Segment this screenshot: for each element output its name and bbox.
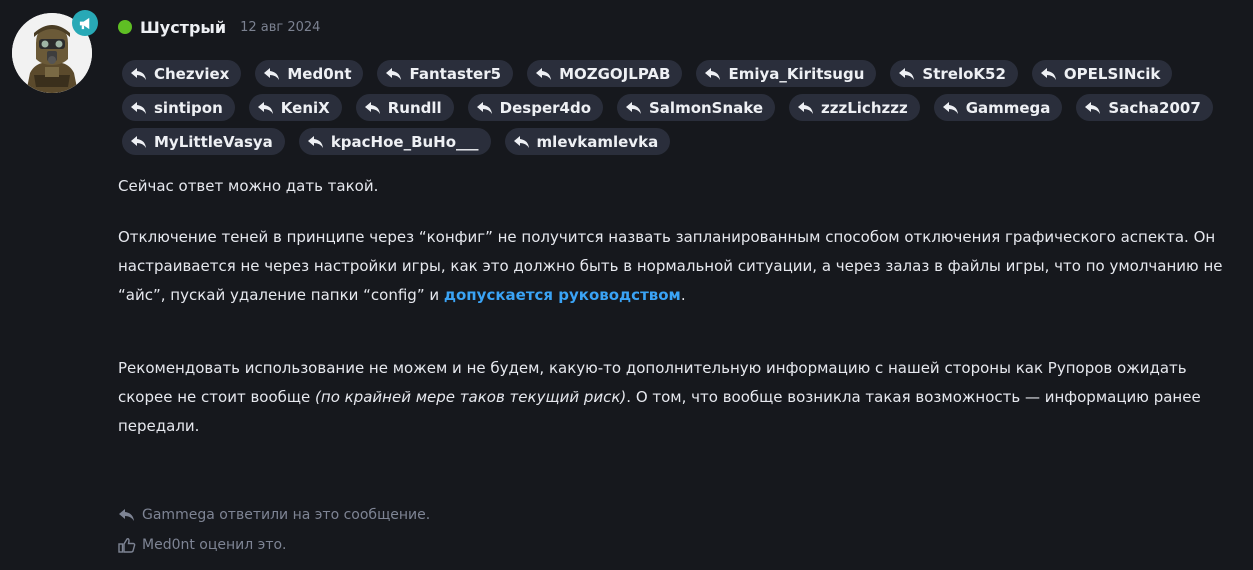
reply-arrow-icon: [626, 101, 641, 114]
reply-mention-username: mlevkamlevka: [536, 132, 659, 151]
reactions-summary[interactable]: Med0nt оценил это.: [118, 532, 430, 558]
reply-arrow-icon: [1085, 101, 1101, 114]
reply-mention-tag[interactable]: Fantaster5: [377, 60, 514, 87]
reply-mention-username: Emiya_Kiritsugu: [728, 64, 865, 83]
reply-arrow-icon: [476, 101, 492, 114]
reply-mention-username: Chezviex: [154, 64, 230, 83]
message-body: Сейчас ответ можно дать такой. Отключени…: [118, 172, 1228, 441]
reply-mention-username: kpacHoe_BuHo___: [330, 132, 479, 151]
post-header: Шустрый 12 авг 2024: [118, 14, 320, 40]
reply-mention-username: StreloK52: [922, 64, 1006, 83]
reply-mention-tag[interactable]: MyLittleVasya: [122, 128, 285, 155]
reply-mention-tag[interactable]: sintipon: [122, 94, 235, 121]
reply-arrow-icon: [364, 101, 380, 114]
post-footer: Gammega ответили на это сообщение. Med0n…: [118, 502, 430, 562]
reply-mentions: Chezviex Med0nt Fantaster5 MOZGOJLPAB Emiya_…: [118, 58, 1228, 160]
reply-arrow-icon: [705, 67, 721, 80]
reply-mention-tag[interactable]: zzzLichzzz: [789, 94, 920, 121]
reply-mention-tag[interactable]: Chezviex: [122, 60, 242, 87]
reply-mention-tag[interactable]: Med0nt: [255, 60, 364, 87]
reply-mention-username: Sacha2007: [1108, 98, 1201, 117]
reply-mention-username: OPELSINcik: [1063, 64, 1161, 83]
forum-post: Шустрый 12 авг 2024 Chezviex Med0nt Fantas…: [0, 0, 1253, 570]
reply-arrow-icon: [942, 101, 958, 114]
reply-mention-username: Med0nt: [287, 64, 352, 83]
reply-mention-tag[interactable]: mlevkamlevka: [504, 128, 671, 155]
reply-mention-tag[interactable]: SalmonSnake: [617, 94, 776, 121]
reply-arrow-icon: [536, 67, 552, 80]
post-date[interactable]: 12 авг 2024: [240, 20, 320, 35]
guidelines-link[interactable]: допускается руководством: [444, 286, 681, 304]
reply-mention-tag[interactable]: StreloK52: [890, 60, 1018, 87]
reply-mention-username: KeniX: [280, 98, 330, 117]
reply-arrow-icon: [307, 135, 323, 148]
reply-arrow-icon: [1040, 67, 1056, 80]
reply-mention-tag[interactable]: Sacha2007: [1076, 94, 1213, 121]
reply-arrow-icon: [119, 509, 134, 521]
reply-mention-tag[interactable]: Rundll: [355, 94, 454, 121]
megaphone-icon: [79, 17, 89, 29]
message-paragraph-1: Сейчас ответ можно дать такой.: [118, 177, 379, 195]
reply-arrow-icon: [264, 67, 280, 80]
replies-summary-text: Gammega ответили на это сообщение.: [142, 507, 431, 523]
replies-summary[interactable]: Gammega ответили на это сообщение.: [118, 502, 430, 528]
reply-arrow-icon: [257, 101, 273, 114]
reply-arrow-icon: [798, 101, 814, 114]
reply-mention-username: MOZGOJLPAB: [559, 64, 671, 83]
reply-arrow-icon: [899, 67, 915, 80]
reply-mention-username: MyLittleVasya: [154, 132, 273, 151]
reply-mention-username: zzzLichzzz: [821, 98, 908, 117]
reply-mention-username: SalmonSnake: [649, 98, 764, 117]
reply-mention-tag[interactable]: OPELSINcik: [1031, 60, 1173, 87]
message-paragraph-3: Рекомендовать использование не можем и н…: [118, 359, 1201, 435]
reply-mention-tag[interactable]: Desper4do: [467, 94, 603, 121]
reply-arrow-icon: [131, 101, 146, 114]
reply-mention-username: Gammega: [965, 98, 1051, 117]
author-name[interactable]: Шустрый: [140, 18, 226, 37]
reply-mention-username: Rundll: [387, 98, 442, 117]
thumbs-up-icon: [118, 538, 136, 553]
reactions-summary-text: Med0nt оценил это.: [142, 537, 287, 553]
reply-arrow-icon: [131, 135, 146, 148]
reply-mention-username: Fantaster5: [409, 64, 502, 83]
reply-arrow-icon: [386, 67, 402, 80]
reply-mention-tag[interactable]: Gammega: [933, 94, 1063, 121]
reply-arrow-icon: [513, 135, 529, 148]
reply-arrow-icon: [131, 67, 146, 80]
reply-mention-tag[interactable]: kpacHoe_BuHo___: [298, 128, 491, 155]
message-paragraph-2: Отключение теней в принципе через “конфи…: [118, 228, 1223, 304]
reply-mention-username: sintipon: [154, 98, 223, 117]
reply-mention-tag[interactable]: MOZGOJLPAB: [527, 60, 683, 87]
reply-mention-tag[interactable]: Emiya_Kiritsugu: [696, 60, 877, 87]
online-status-indicator: [118, 20, 132, 34]
reply-mention-tag[interactable]: KeniX: [248, 94, 342, 121]
reply-mention-username: Desper4do: [499, 98, 591, 117]
megaphone-badge: [72, 10, 98, 36]
